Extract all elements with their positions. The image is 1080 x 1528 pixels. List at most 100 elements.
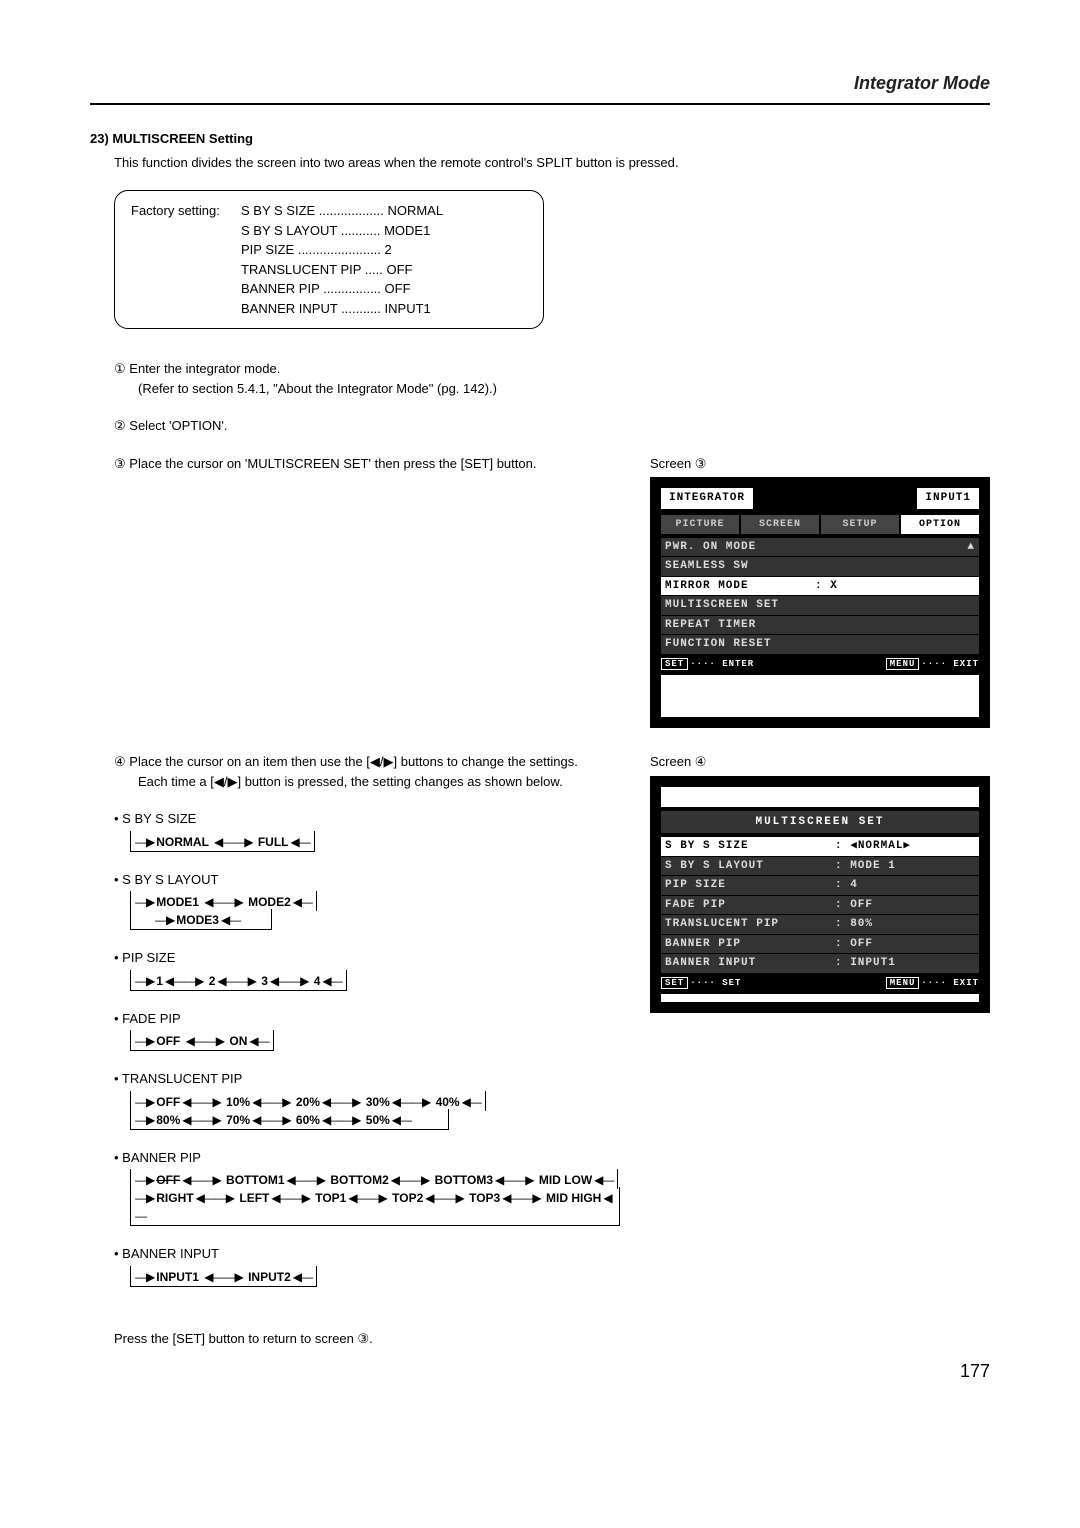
key-icon: SET [661, 977, 688, 989]
fs-name: PIP SIZE ....................... [241, 242, 381, 257]
cycle-val: MODE2 [248, 895, 291, 909]
cycle-val: NORMAL [156, 835, 208, 849]
step-num: ③ [114, 456, 126, 471]
step-text: Enter the integrator mode. [129, 361, 280, 376]
osd2-key: PIP SIZE [665, 877, 835, 894]
osd-tab: SCREEN [741, 515, 819, 534]
cycle-label: • PIP SIZE [114, 948, 620, 968]
osd-line: MULTISCREEN SET [665, 597, 815, 614]
key-icon: MENU [886, 977, 920, 989]
cycle-val: ON [229, 1034, 247, 1048]
fs-val: 2 [385, 242, 392, 257]
cycle-label: • FADE PIP [114, 1009, 620, 1029]
fs-name: TRANSLUCENT PIP ..... [241, 262, 383, 277]
page-number: 177 [90, 1358, 990, 1385]
step-3: ③ Place the cursor on 'MULTISCREEN SET' … [114, 454, 620, 474]
fs-val: INPUT1 [385, 301, 431, 316]
fs-val: NORMAL [387, 203, 443, 218]
cycle-val: 3 [261, 974, 268, 988]
cycle-val: MID HIGH [546, 1191, 601, 1205]
cycle-label: • S BY S LAYOUT [114, 870, 620, 890]
osd-tabs: PICTURE SCREEN SETUP OPTION [661, 515, 979, 534]
footer-text: ···· EXIT [921, 659, 979, 669]
osd2-val: : OFF [835, 897, 975, 914]
section-intro: This function divides the screen into tw… [114, 153, 990, 173]
factory-label: Factory setting: [131, 201, 241, 221]
osd-screen-4: MULTISCREEN SET S BY S SIZE: ◀NORMAL▶ S … [650, 776, 990, 1014]
cycle-val: 60% [296, 1113, 320, 1127]
step-text: Select 'OPTION'. [129, 418, 227, 433]
cycle-sbys-layout: • S BY S LAYOUT MODE1 MODE2 MODE3 [114, 870, 620, 931]
cycle-label: • BANNER INPUT [114, 1244, 620, 1264]
step-text: Place the cursor on an item then use the… [129, 754, 578, 769]
osd2-title: MULTISCREEN SET [661, 811, 979, 834]
step-2: ② Select 'OPTION'. [114, 416, 990, 436]
osd2-val: : ◀NORMAL▶ [835, 838, 975, 855]
cycle-fade-pip: • FADE PIP OFF ON [114, 1009, 620, 1052]
key-icon: MENU [886, 658, 920, 670]
key-icon: SET [661, 658, 688, 670]
osd2-val: : INPUT1 [835, 955, 975, 972]
cycle-label: • S BY S SIZE [114, 809, 620, 829]
cycle-banner-input: • BANNER INPUT INPUT1 INPUT2 [114, 1244, 620, 1287]
step-num: ① [114, 361, 126, 376]
screen3-label: Screen ③ [650, 454, 990, 474]
cycle-val: BOTTOM2 [330, 1173, 388, 1187]
cycle-val: BOTTOM1 [226, 1173, 284, 1187]
fs-name: S BY S SIZE .................. [241, 203, 384, 218]
osd-val: : X [815, 578, 838, 595]
cycle-sbys-size: • S BY S SIZE NORMAL FULL [114, 809, 620, 852]
osd-tab: PICTURE [661, 515, 739, 534]
cycle-pip-size: • PIP SIZE 1 2 3 4 [114, 948, 620, 991]
osd2-key: FADE PIP [665, 897, 835, 914]
cycle-val: MID LOW [539, 1173, 592, 1187]
osd-line: SEAMLESS SW [665, 558, 815, 575]
cycle-val: FULL [258, 835, 289, 849]
footer-text: ···· ENTER [690, 659, 754, 669]
step-4: ④ Place the cursor on an item then use t… [114, 752, 620, 791]
cycle-val: TOP1 [315, 1191, 346, 1205]
footer-text: ···· SET [690, 978, 741, 988]
cycle-val: 70% [226, 1113, 250, 1127]
cycle-val: OFF [156, 1034, 180, 1048]
osd2-key: TRANSLUCENT PIP [665, 916, 835, 933]
step-sub: Each time a [◀/▶] button is pressed, the… [138, 772, 620, 792]
cycle-val: 20% [296, 1095, 320, 1109]
cycle-val: MODE3 [176, 913, 219, 927]
osd2-val: : 4 [835, 877, 975, 894]
osd-line: REPEAT TIMER [665, 617, 815, 634]
cycle-translucent-pip: • TRANSLUCENT PIP OFF 10% 20% 30% 40% 80… [114, 1069, 620, 1130]
osd2-val: : OFF [835, 936, 975, 953]
step-sub: (Refer to section 5.4.1, "About the Inte… [138, 379, 990, 399]
cycle-val: 40% [436, 1095, 460, 1109]
osd-tab-active: OPTION [901, 515, 979, 534]
cycle-val: MODE1 [156, 895, 199, 909]
cycle-val: 80% [156, 1113, 180, 1127]
osd-title-left: INTEGRATOR [661, 488, 753, 509]
footer-text: ···· EXIT [921, 978, 979, 988]
step-num: ② [114, 418, 126, 433]
fs-val: OFF [386, 262, 412, 277]
cycle-val: OFF [156, 1173, 180, 1187]
cycle-banner-pip: • BANNER PIP OFF BOTTOM1 BOTTOM2 BOTTOM3… [114, 1148, 620, 1227]
step-text: Place the cursor on 'MULTISCREEN SET' th… [129, 456, 536, 471]
osd-title-right: INPUT1 [917, 488, 979, 509]
fs-val: MODE1 [384, 223, 430, 238]
cycle-label: • TRANSLUCENT PIP [114, 1069, 620, 1089]
cycle-val: INPUT2 [248, 1270, 291, 1284]
osd-blank [661, 675, 979, 717]
factory-setting-box: Factory setting: S BY S SIZE ...........… [114, 190, 544, 329]
step-1: ① Enter the integrator mode. (Refer to s… [114, 359, 990, 398]
cycle-val: 30% [366, 1095, 390, 1109]
fs-name: BANNER PIP ................ [241, 281, 381, 296]
cycle-val: TOP3 [469, 1191, 500, 1205]
section-heading: 23) MULTISCREEN Setting [90, 129, 990, 149]
fs-val: OFF [385, 281, 411, 296]
osd-screen-3: INTEGRATOR INPUT1 PICTURE SCREEN SETUP O… [650, 477, 990, 728]
osd2-val: : MODE 1 [835, 858, 975, 875]
cycle-label: • BANNER PIP [114, 1148, 620, 1168]
cycle-val: RIGHT [156, 1191, 193, 1205]
cycle-val: 1 [156, 974, 163, 988]
cycle-val: 50% [366, 1113, 390, 1127]
osd2-val: : 80% [835, 916, 975, 933]
